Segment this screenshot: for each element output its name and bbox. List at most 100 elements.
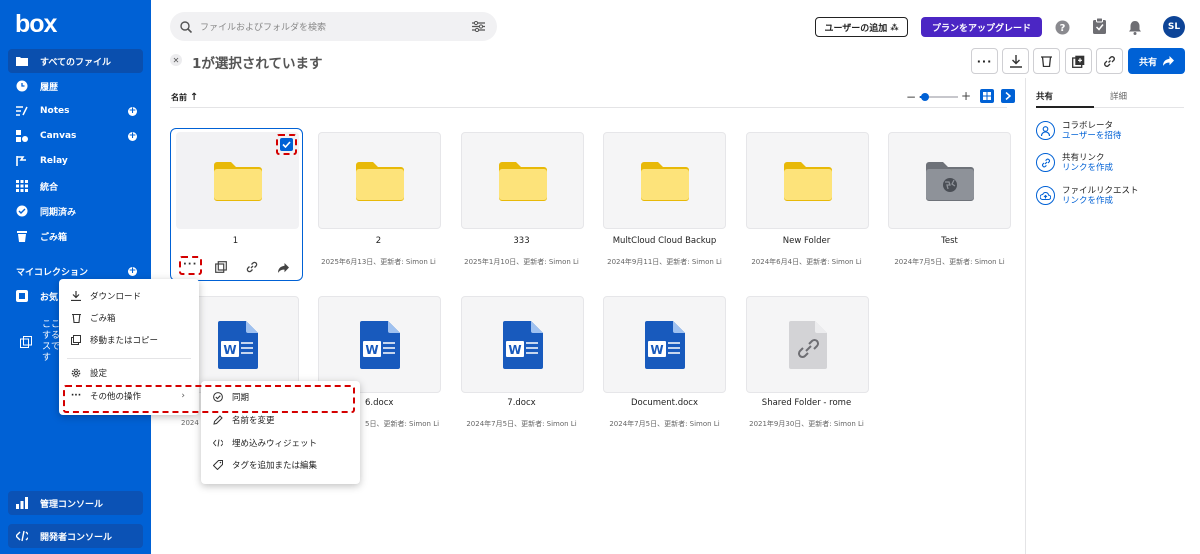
collections-header-label: マイコレクション: [16, 267, 89, 278]
file-name[interactable]: MultCloud Cloud Backup: [593, 236, 736, 246]
file-tile-thumb[interactable]: [461, 132, 584, 229]
web-link-icon: [788, 320, 827, 369]
tab-share[interactable]: 共有: [1036, 90, 1053, 102]
menu-item-download[interactable]: ダウンロード: [71, 286, 141, 306]
file-name[interactable]: 2: [307, 236, 450, 246]
submenu-item-tags[interactable]: タグを追加または編集: [213, 455, 317, 475]
filter-icon[interactable]: [472, 21, 485, 32]
file-name[interactable]: 1: [164, 236, 307, 246]
file-name[interactable]: Shared Folder - rome: [735, 398, 878, 408]
upgrade-plan-button[interactable]: プランをアップグレード: [921, 17, 1042, 37]
zoom-out-icon[interactable]: −: [906, 90, 916, 104]
trash-button[interactable]: [1033, 48, 1060, 74]
shared-link-item[interactable]: 共有リンク リンクを作成: [1036, 153, 1113, 173]
file-name[interactable]: 333: [450, 236, 593, 246]
share-button[interactable]: 共有: [1128, 48, 1185, 74]
cloud-upload-icon: [1036, 186, 1055, 205]
highlight-more-button: [179, 256, 202, 275]
file-meta: 2021年9月30日、更新者: Simon Li: [749, 420, 864, 428]
canvas-icon: [16, 130, 28, 142]
sidebar-item-history[interactable]: 履歴: [8, 74, 143, 98]
sidebar-item-trash[interactable]: ごみ箱: [8, 224, 143, 248]
add-note-icon[interactable]: +: [128, 106, 137, 116]
box-logo[interactable]: box: [15, 10, 57, 39]
shared-folder-icon: [925, 161, 974, 201]
grid-view-button[interactable]: [980, 89, 994, 103]
tab-details[interactable]: 詳細: [1110, 90, 1127, 102]
share-arrow-icon: [1163, 56, 1174, 66]
sidebar-item-integrations[interactable]: 統合: [8, 174, 143, 198]
sidebar-item-label: 統合: [40, 182, 59, 193]
search-bar[interactable]: ファイルおよびフォルダを検索: [170, 12, 497, 41]
menu-item-trash[interactable]: ごみ箱: [71, 308, 116, 328]
svg-text:W: W: [223, 343, 236, 357]
svg-text:W: W: [650, 343, 663, 357]
file-name[interactable]: Document.docx: [593, 398, 736, 408]
file-tile-thumb[interactable]: [318, 132, 441, 229]
svg-text:W: W: [365, 343, 378, 357]
admin-console-label: 管理コンソール: [40, 499, 104, 510]
search-input[interactable]: ファイルおよびフォルダを検索: [200, 20, 326, 33]
copy-link-button[interactable]: [1096, 48, 1123, 74]
highlight-checkbox: [276, 134, 297, 155]
file-name[interactable]: Test: [878, 236, 1021, 246]
folder-icon: [498, 161, 547, 201]
menu-item-settings[interactable]: 設定: [71, 363, 107, 383]
file-tile-thumb[interactable]: [746, 296, 869, 393]
link-icon: [1036, 153, 1055, 172]
file-name[interactable]: 7.docx: [450, 398, 593, 408]
folder-icon: [640, 161, 689, 201]
move-copy-button[interactable]: [1065, 48, 1092, 74]
sidebar-item-label: お気: [40, 292, 59, 303]
toggle-panel-button[interactable]: [1001, 89, 1015, 103]
clear-selection-icon[interactable]: ✕: [170, 54, 182, 66]
submenu-item-rename[interactable]: 名前を変更: [213, 410, 275, 430]
shared-link-label: 共有リンク: [1062, 153, 1105, 163]
add-user-button[interactable]: ユーザーの追加 ⁂: [815, 17, 908, 37]
create-link-link[interactable]: リンクを作成: [1062, 163, 1113, 173]
download-button[interactable]: [1002, 48, 1029, 74]
sidebar-item-notes[interactable]: Notes +: [8, 99, 143, 123]
favorites-icon: [16, 290, 28, 302]
highlight-sync-path: [63, 385, 355, 413]
file-tile-thumb[interactable]: [746, 132, 869, 229]
hint-line: スで: [42, 342, 61, 352]
create-request-link[interactable]: リンクを作成: [1062, 196, 1139, 206]
sidebar-item-canvas[interactable]: Canvas +: [8, 124, 143, 148]
avatar[interactable]: SL: [1163, 16, 1185, 38]
menu-item-move-copy[interactable]: 移動またはコピー: [71, 330, 158, 350]
collaborators-label: コラボレータ: [1062, 121, 1114, 131]
share-label: 共有: [1138, 57, 1157, 68]
file-tile-thumb[interactable]: W: [603, 296, 726, 393]
file-tile-thumb[interactable]: [603, 132, 726, 229]
move-copy-icon[interactable]: [215, 258, 227, 277]
invite-users-link[interactable]: ユーザーを招待: [1062, 131, 1121, 141]
sort-by-name[interactable]: 名前 ↑: [171, 92, 198, 103]
file-name[interactable]: New Folder: [735, 236, 878, 246]
tasks-icon[interactable]: [1091, 18, 1107, 34]
submenu-item-embed[interactable]: 埋め込みウィジェット: [213, 433, 317, 453]
sidebar-item-all-files[interactable]: すべてのファイル: [8, 49, 143, 73]
link-icon[interactable]: [246, 258, 258, 277]
search-icon: [180, 20, 192, 33]
add-canvas-icon[interactable]: +: [128, 131, 137, 141]
help-icon[interactable]: ?: [1054, 19, 1070, 35]
link-icon: [1104, 55, 1115, 67]
zoom-slider-handle[interactable]: [921, 93, 929, 101]
bell-icon[interactable]: [1127, 19, 1143, 35]
file-tile-thumb[interactable]: W: [461, 296, 584, 393]
file-tile-thumb[interactable]: [888, 132, 1011, 229]
share-icon[interactable]: [278, 258, 289, 277]
sidebar-item-relay[interactable]: Relay: [8, 149, 143, 173]
file-tile-thumb[interactable]: W: [318, 296, 441, 393]
user-icon: [1036, 121, 1055, 140]
dev-console-button[interactable]: 開発者コンソール: [8, 524, 143, 548]
sidebar-item-label: 履歴: [40, 82, 59, 93]
sidebar-item-synced[interactable]: 同期済み: [8, 199, 143, 223]
add-collection-icon[interactable]: +: [128, 266, 137, 276]
collaborators-item[interactable]: コラボレータ ユーザーを招待: [1036, 121, 1121, 141]
admin-console-button[interactable]: 管理コンソール: [8, 491, 143, 515]
file-request-item[interactable]: ファイルリクエスト リンクを作成: [1036, 186, 1139, 206]
more-options-button[interactable]: ···: [971, 48, 998, 74]
zoom-in-icon[interactable]: +: [961, 89, 971, 103]
